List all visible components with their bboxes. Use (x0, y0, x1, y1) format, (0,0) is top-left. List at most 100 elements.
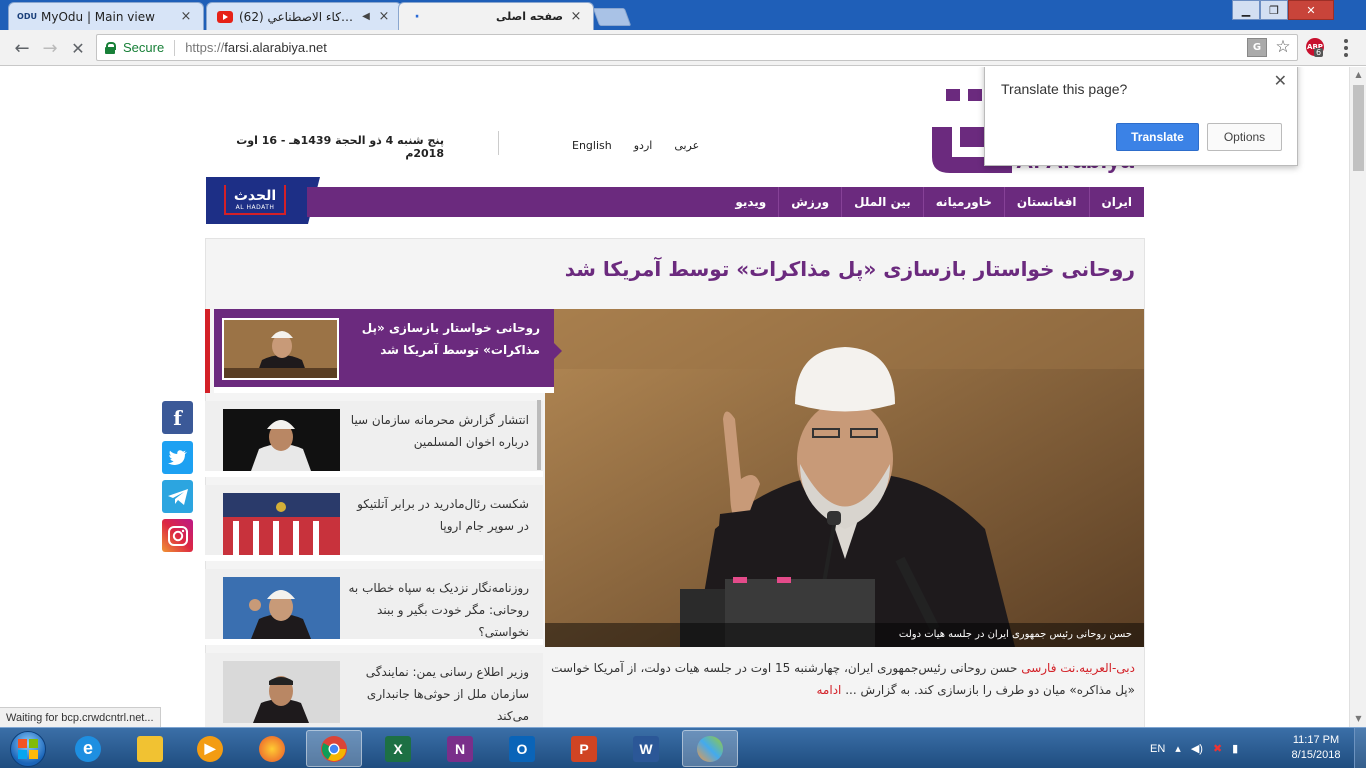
translate-button[interactable]: Translate (1116, 123, 1199, 151)
input-language-indicator[interactable]: EN (1150, 743, 1165, 755)
onenote-icon[interactable]: N (432, 730, 488, 767)
read-more-link[interactable]: ادامه (817, 683, 842, 697)
story-title: وزیر اطلاع رسانی یمن: نمایندگی سازمان مل… (365, 665, 529, 723)
tab-title: (62) الحصاد-الذكاء الاصطناعي (239, 9, 359, 24)
signal-icon[interactable]: ▮ (1232, 742, 1238, 755)
adblock-count-badge: 6 (1314, 48, 1324, 57)
nav-item-afghanistan[interactable]: افغانستان (1003, 187, 1089, 217)
story-title: انتشار گزارش محرمانه سازمان سیا درباره ا… (350, 413, 529, 449)
stop-icon[interactable]: ✕ (66, 36, 90, 60)
main-article-photo[interactable] (545, 309, 1144, 647)
list-item[interactable]: شکست رئال‌مادرید در برابر آتلتیکو در سوپ… (205, 485, 543, 561)
photo-caption: حسن روحانی رئیس جمهوری ایران در جلسه هیا… (545, 623, 1144, 647)
scroll-down-arrow-icon[interactable]: ▼ (1350, 711, 1366, 727)
summary-source[interactable]: دبی-العربیه.نت فارسی (1021, 661, 1135, 675)
word-icon[interactable]: W (618, 730, 674, 767)
nav-item-middle-east[interactable]: خاورمیانه (922, 187, 1004, 217)
speaker-icon[interactable]: ◀ (361, 11, 371, 22)
facebook-icon[interactable]: f (162, 401, 193, 434)
system-tray: EN ▴ ◀) ✖ ▮ (1150, 728, 1238, 768)
forward-icon[interactable]: → (38, 36, 62, 60)
language-links: English اردو عربی (572, 139, 699, 152)
file-explorer-icon[interactable] (122, 730, 178, 767)
options-button[interactable]: Options (1207, 123, 1282, 151)
active-item-indicator (205, 309, 210, 393)
lock-icon (105, 42, 116, 54)
browser-menu-icon[interactable] (1336, 38, 1356, 58)
window-close-button[interactable]: ✕ (1288, 0, 1334, 20)
list-item[interactable]: وزیر اطلاع رسانی یمن: نمایندگی سازمان مل… (205, 653, 543, 727)
page-scrollbar[interactable]: ▲ ▼ (1349, 67, 1366, 727)
tab-title: صفحه اصلی (496, 10, 563, 23)
close-icon[interactable]: ✕ (1274, 71, 1287, 91)
url-scheme: https:// (185, 40, 225, 55)
excel-icon[interactable]: X (370, 730, 426, 767)
show-hidden-icons-icon[interactable]: ▴ (1175, 742, 1181, 755)
tab-alarabiya[interactable]: · صفحه اصلی × (398, 2, 594, 30)
new-tab-button[interactable] (592, 8, 632, 26)
story-title: شکست رئال‌مادرید در برابر آتلتیکو در سوپ… (357, 497, 529, 533)
media-player-icon[interactable]: ▶ (182, 730, 238, 767)
youtube-icon (217, 9, 233, 25)
page-viewport: Al Arabiya پنج شنبه 4 ذو الحجة 1439هـ - … (0, 67, 1349, 727)
nav-item-iran[interactable]: ایران (1088, 187, 1144, 217)
scrollbar-thumb[interactable] (1353, 85, 1364, 171)
translate-icon[interactable]: G (1247, 38, 1267, 57)
story-thumbnail (223, 493, 340, 555)
start-button[interactable] (4, 729, 52, 768)
nav-item-video[interactable]: ویدیو (723, 187, 778, 217)
date-line: پنج شنبه 4 ذو الحجة 1439هـ - 16 اوت 2018… (236, 134, 444, 160)
telegram-icon[interactable] (162, 480, 193, 513)
list-item[interactable]: انتشار گزارش محرمانه سازمان سیا درباره ا… (205, 401, 543, 477)
system-clock[interactable]: 11:17 PM 8/15/2018 (1284, 733, 1348, 763)
address-bar[interactable]: Secure https:// farsi.alarabiya.net G ☆ (96, 34, 1298, 61)
internet-explorer-icon[interactable]: e (60, 730, 116, 767)
tab-close-icon[interactable]: × (179, 9, 193, 24)
firefox-icon[interactable] (244, 730, 300, 767)
tab-myodu[interactable]: ODU MyOdu | Main view × (8, 2, 204, 30)
lang-link-urdu[interactable]: اردو (634, 139, 653, 152)
windows-taskbar: e ▶ X N O P W EN ▴ ◀) ✖ ▮ 11:17 PM 8/15/… (0, 727, 1366, 768)
nav-item-sports[interactable]: ورزش (778, 187, 841, 217)
secure-label: Secure (123, 40, 165, 55)
minimize-button[interactable]: ▁ (1232, 0, 1260, 20)
status-bubble: Waiting for bcp.crwdcntrl.net... (0, 707, 161, 727)
loading-spinner-icon: · (414, 8, 420, 25)
bookmark-star-icon[interactable]: ☆ (1273, 38, 1293, 57)
list-scrollbar[interactable] (537, 400, 541, 470)
tab-close-icon[interactable]: × (377, 9, 391, 24)
paint-icon[interactable] (682, 730, 738, 767)
show-desktop-button[interactable] (1354, 728, 1366, 768)
list-item[interactable]: روحانی خواستار بازسازی «پل مذاکرات» توسط… (214, 309, 562, 393)
tab-youtube[interactable]: (62) الحصاد-الذكاء الاصطناعي ◀ × (206, 2, 402, 30)
network-status-icon[interactable]: ✖ (1213, 742, 1222, 755)
alhadath-logo-arabic: الحدث (233, 187, 277, 204)
article-summary: دبی-العربیه.نت فارسی حسن روحانی رئیس‌جمه… (545, 657, 1135, 701)
lang-link-arabic[interactable]: عربی (674, 139, 699, 152)
tab-title: MyOdu | Main view (41, 9, 155, 24)
browser-toolbar: ← → ✕ Secure https:// farsi.alarabiya.ne… (0, 30, 1366, 66)
alhadath-banner[interactable]: الحدث AL HADATH (206, 177, 320, 224)
main-headline[interactable]: روحانی خواستار بازسازی «پل مذاکرات» توسط… (205, 257, 1135, 281)
powerpoint-icon[interactable]: P (556, 730, 612, 767)
window-controls: ▁ ❐ ✕ (1232, 0, 1334, 20)
clock-time: 11:17 PM (1292, 734, 1340, 746)
scroll-up-arrow-icon[interactable]: ▲ (1350, 67, 1366, 83)
volume-icon[interactable]: ◀) (1191, 742, 1203, 755)
back-icon[interactable]: ← (10, 36, 34, 60)
translate-popup-title: Translate this page? (1001, 81, 1128, 97)
story-thumbnail (222, 318, 339, 380)
nav-item-international[interactable]: بین الملل (841, 187, 923, 217)
instagram-icon[interactable] (162, 519, 193, 552)
twitter-icon[interactable] (162, 441, 193, 474)
lang-link-english[interactable]: English (572, 139, 612, 152)
list-item[interactable]: روزنامه‌نگار نزدیک به سپاه خطاب به روحان… (205, 569, 543, 645)
url-host: farsi.alarabiya.net (224, 40, 327, 55)
maximize-button[interactable]: ❐ (1260, 0, 1288, 20)
story-thumbnail (223, 577, 340, 639)
tab-close-icon[interactable]: × (569, 9, 583, 24)
chrome-icon[interactable] (306, 730, 362, 767)
clock-date: 8/15/2018 (1291, 749, 1341, 761)
outlook-icon[interactable]: O (494, 730, 550, 767)
browser-tabstrip: ODU MyOdu | Main view × (62) الحصاد-الذك… (0, 0, 1366, 30)
